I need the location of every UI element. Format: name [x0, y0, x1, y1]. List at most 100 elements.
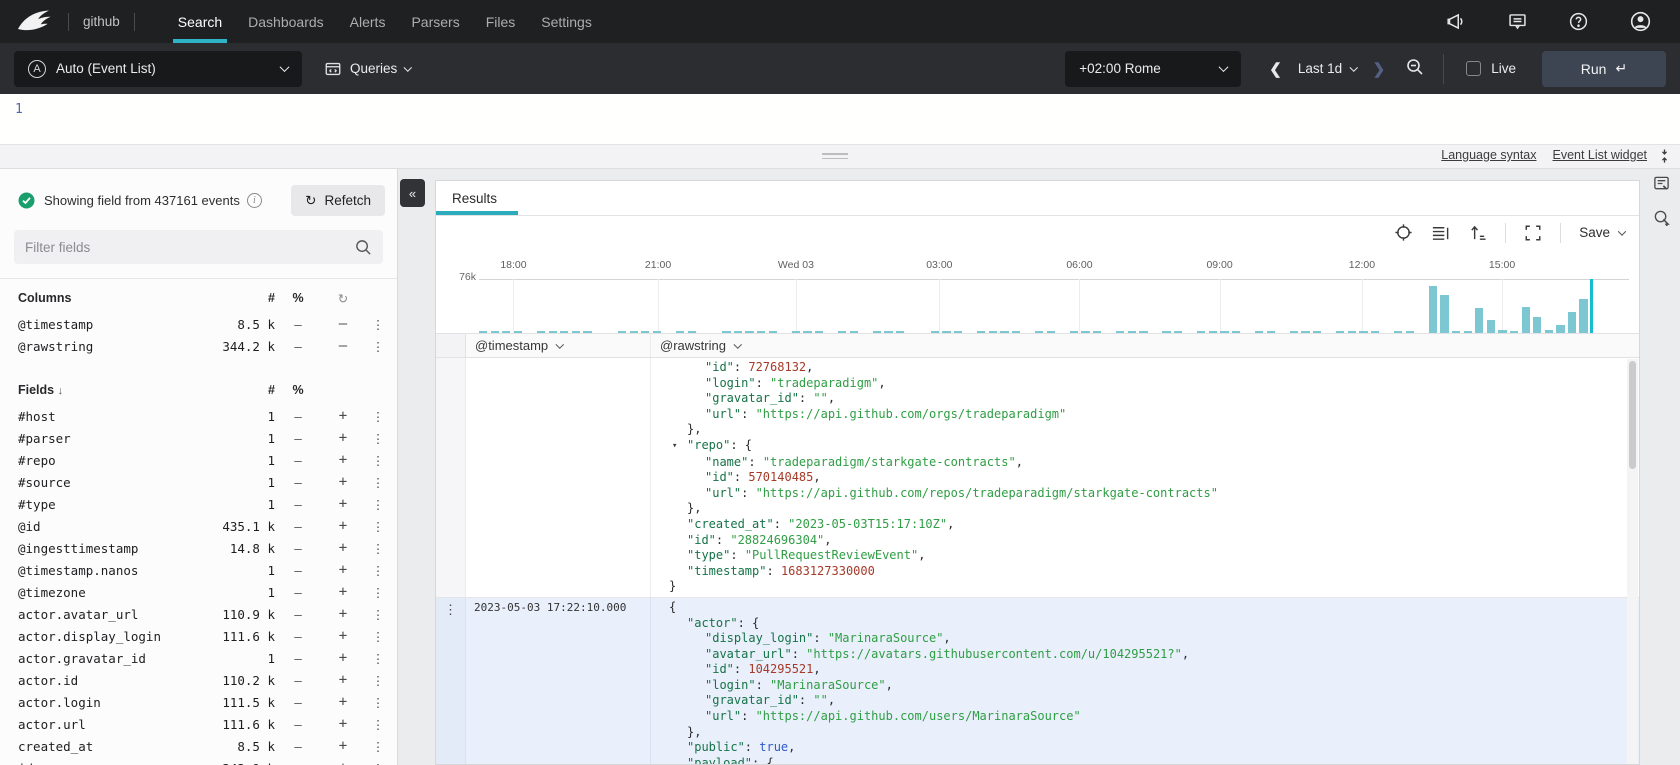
row-menu-button[interactable]: ⋮	[365, 629, 391, 644]
row-menu-button[interactable]: ⋮	[365, 431, 391, 446]
add-field-button[interactable]: +	[321, 606, 365, 622]
nav-item-alerts[interactable]: Alerts	[337, 0, 399, 43]
histogram-bar[interactable]	[1313, 331, 1321, 333]
histogram-bar[interactable]	[1093, 331, 1101, 333]
row-menu-button[interactable]: ⋮	[365, 541, 391, 556]
histogram-bar[interactable]	[1522, 307, 1530, 333]
column-header-timestamp[interactable]: @timestamp	[466, 334, 651, 357]
row-menu-button[interactable]: ⋮	[365, 761, 391, 765]
table-scrollbar[interactable]	[1627, 359, 1638, 764]
histogram-bar[interactable]	[989, 331, 997, 333]
histogram-bar[interactable]	[491, 331, 499, 333]
histogram-bar[interactable]	[1255, 331, 1263, 333]
histogram-bar[interactable]	[1128, 331, 1136, 333]
histogram-bar[interactable]	[583, 331, 591, 333]
add-field-button[interactable]: +	[321, 496, 365, 512]
histogram-bar[interactable]	[572, 331, 580, 333]
histogram-bar[interactable]	[479, 331, 487, 333]
add-field-button[interactable]: +	[321, 584, 365, 600]
histogram-bar[interactable]	[1035, 331, 1043, 333]
histogram-bar[interactable]	[1487, 320, 1495, 333]
repository-name[interactable]: github	[83, 14, 120, 29]
row-menu-button[interactable]: ⋮	[365, 519, 391, 534]
add-field-button[interactable]: +	[321, 628, 365, 644]
row-menu-button[interactable]: ⋮	[365, 739, 391, 754]
nav-item-dashboards[interactable]: Dashboards	[235, 0, 337, 43]
histogram-bar[interactable]	[1220, 331, 1228, 333]
histogram-bar[interactable]	[1394, 331, 1402, 333]
collapse-sidebar-button[interactable]: «	[400, 179, 425, 207]
save-dropdown[interactable]: Save	[1579, 225, 1625, 240]
histogram-bar[interactable]	[1568, 312, 1576, 333]
row-menu-button[interactable]: ⋮	[365, 497, 391, 512]
histogram-bar[interactable]	[1116, 331, 1124, 333]
histogram-bar[interactable]	[630, 331, 638, 333]
nav-item-settings[interactable]: Settings	[528, 0, 605, 43]
histogram-bar[interactable]	[560, 331, 568, 333]
queries-dropdown[interactable]: Queries	[324, 60, 411, 78]
add-field-button[interactable]: +	[321, 760, 365, 765]
histogram-bar[interactable]	[1348, 331, 1356, 333]
help-icon[interactable]	[1568, 11, 1589, 32]
remove-column-dash[interactable]: —	[321, 316, 365, 332]
histogram-bar[interactable]	[549, 331, 557, 333]
crowdstrike-falcon-logo[interactable]	[16, 6, 54, 37]
histogram-bar[interactable]	[850, 331, 858, 333]
sort-order-icon[interactable]	[1468, 223, 1487, 242]
histogram-bar[interactable]	[1070, 331, 1078, 333]
histogram-bar[interactable]	[884, 331, 892, 333]
row-menu-button[interactable]: ⋮	[365, 317, 391, 332]
histogram-bar[interactable]	[1440, 295, 1448, 333]
histogram-bar[interactable]	[1290, 331, 1298, 333]
collapse-editor-icon[interactable]	[1657, 148, 1672, 167]
nav-item-files[interactable]: Files	[473, 0, 529, 43]
filter-fields-input[interactable]: Filter fields	[14, 230, 383, 264]
histogram-bar[interactable]	[618, 331, 626, 333]
add-field-button[interactable]: +	[321, 518, 365, 534]
sync-icon[interactable]: ↻	[321, 291, 365, 306]
histogram-bar[interactable]	[1000, 331, 1008, 333]
add-field-button[interactable]: +	[321, 738, 365, 754]
histogram-bar[interactable]	[745, 331, 753, 333]
histogram-bar[interactable]	[1232, 331, 1240, 333]
time-range-dropdown[interactable]: Last 1d	[1298, 61, 1357, 76]
histogram-bar[interactable]	[653, 331, 661, 333]
view-selector-dropdown[interactable]: A Auto (Event List)	[14, 51, 302, 87]
histogram-bar[interactable]	[1209, 331, 1217, 333]
histogram-bar[interactable]	[896, 331, 904, 333]
histogram-bar[interactable]	[1197, 331, 1205, 333]
histogram-bar[interactable]	[1464, 331, 1472, 333]
info-icon[interactable]: i	[247, 193, 262, 208]
user-avatar-icon[interactable]	[1629, 10, 1652, 33]
refetch-button[interactable]: ↻ Refetch	[291, 185, 385, 216]
row-menu-button[interactable]: ⋮	[365, 607, 391, 622]
histogram-bar[interactable]	[1556, 325, 1564, 333]
histogram-bar[interactable]	[537, 331, 545, 333]
event-menu-button[interactable]: ⋮	[444, 602, 457, 617]
histogram-bar[interactable]	[688, 331, 696, 333]
row-menu-button[interactable]: ⋮	[365, 651, 391, 666]
histogram-bar[interactable]	[1047, 331, 1055, 333]
add-field-button[interactable]: +	[321, 430, 365, 446]
add-field-button[interactable]: +	[321, 452, 365, 468]
histogram-bar[interactable]	[676, 331, 684, 333]
results-tab[interactable]: Results	[436, 191, 513, 206]
histogram-bar[interactable]	[734, 331, 742, 333]
remove-column-dash[interactable]: —	[321, 338, 365, 354]
crosshair-icon[interactable]	[1394, 223, 1413, 242]
feedback-icon[interactable]	[1507, 11, 1528, 32]
histogram-bar[interactable]	[1406, 331, 1414, 333]
inspect-panel-icon[interactable]	[1653, 175, 1670, 192]
row-menu-button[interactable]: ⋮	[365, 339, 391, 354]
add-field-button[interactable]: +	[321, 540, 365, 556]
histogram-bar[interactable]	[815, 331, 823, 333]
histogram-bar[interactable]	[1174, 331, 1182, 333]
nav-item-search[interactable]: Search	[165, 0, 235, 43]
add-field-button[interactable]: +	[321, 562, 365, 578]
histogram-bar[interactable]	[1162, 331, 1170, 333]
row-menu-button[interactable]: ⋮	[365, 453, 391, 468]
resize-handle[interactable]	[822, 153, 848, 162]
add-field-button[interactable]: +	[321, 408, 365, 424]
histogram-bar[interactable]	[977, 331, 985, 333]
sort-descending-icon[interactable]: ↓	[58, 385, 64, 397]
